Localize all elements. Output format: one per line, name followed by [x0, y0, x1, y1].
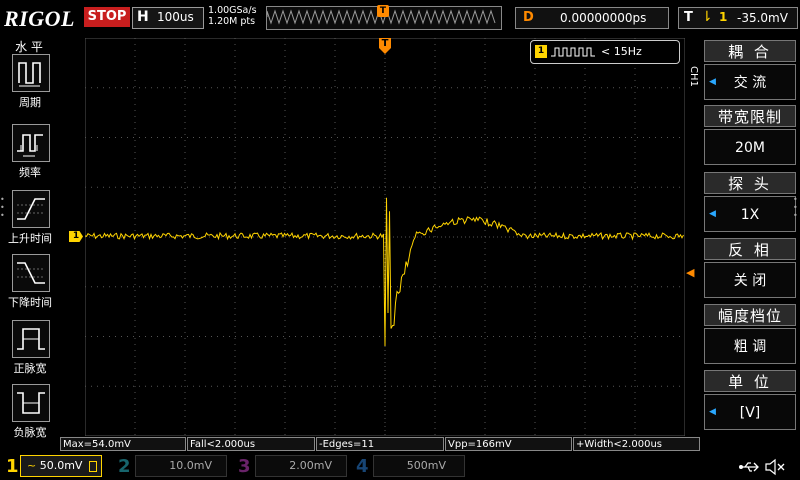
- delay-value: 0.00000000ps: [560, 11, 647, 25]
- measure-item-label: 周期: [19, 96, 41, 109]
- trigger-source: 1: [719, 10, 728, 24]
- channel1-scale: 50.0mV: [39, 459, 83, 472]
- sample-rate: 1.00GSa/s: [208, 5, 257, 16]
- frequency-icon: [12, 124, 50, 162]
- menu-invert-value: 关 闭: [704, 262, 796, 298]
- channel1-ground-marker[interactable]: 1: [69, 231, 83, 242]
- channel1-scale-box[interactable]: ~ 50.0mV: [20, 455, 102, 477]
- period-icon: [12, 54, 50, 92]
- negative-width-icon: [12, 384, 50, 422]
- right-menu-page-dots[interactable]: • • •: [793, 196, 798, 220]
- trigger-level: -35.0mV: [737, 11, 788, 25]
- channel1-menu-tab[interactable]: CH1: [687, 66, 701, 100]
- channel4-number[interactable]: 4: [356, 456, 369, 477]
- memory-trigger-marker: T: [377, 5, 389, 17]
- frequency-counter[interactable]: 1 < 15Hz: [530, 40, 680, 64]
- menu-probe-value: 1X: [704, 196, 796, 232]
- acquisition-info: 1.00GSa/s 1.20M pts: [208, 5, 257, 27]
- top-status-bar: RIGOL STOP H 100us 1.00GSa/s 1.20M pts T…: [0, 0, 800, 36]
- trigger-position-marker[interactable]: T: [379, 38, 391, 54]
- menu-arrow-icon: ◀: [709, 77, 716, 87]
- brand-logo: RIGOL: [4, 6, 75, 31]
- ac-coupling-icon: ~: [27, 459, 37, 472]
- trigger-label: T: [684, 10, 693, 25]
- menu-coupling-value: 交 流: [704, 64, 796, 100]
- falling-edge-icon: ⇂: [701, 9, 713, 25]
- measure-item-period[interactable]: 周期: [4, 54, 56, 116]
- measure-menu-title: 水 平: [15, 40, 43, 54]
- menu-unit-label: 单 位: [704, 370, 796, 392]
- channel3-scale[interactable]: 2.00mV: [255, 455, 347, 477]
- bandwidth-limit-icon: [88, 460, 97, 472]
- speaker-muted-icon[interactable]: [764, 458, 786, 476]
- menu-volts-div-label: 幅度档位: [704, 304, 796, 326]
- measurement-positive-width[interactable]: +Width<2.000us: [573, 437, 700, 451]
- measure-item-rise-time[interactable]: 上升时间: [4, 190, 56, 252]
- measure-item-negative-width[interactable]: 负脉宽: [4, 384, 56, 446]
- run-stop-status[interactable]: STOP: [84, 7, 130, 27]
- horizontal-timebase-box[interactable]: H 100us: [132, 7, 204, 29]
- fall-time-icon: [12, 254, 50, 292]
- measurement-bar: Max=54.0mV Fall<2.000us -Edges=11 Vpp=16…: [60, 437, 700, 451]
- measure-item-fall-time[interactable]: 下降时间: [4, 254, 56, 316]
- trigger-level-marker[interactable]: ◀: [686, 266, 694, 279]
- memory-overview-strip[interactable]: T: [266, 5, 502, 30]
- time-base-value: 100us: [157, 10, 194, 24]
- menu-volts-div[interactable]: 幅度档位 粗 调: [704, 304, 796, 366]
- measure-item-label: 下降时间: [8, 296, 52, 309]
- menu-bandwidth-label: 带宽限制: [704, 105, 796, 127]
- channel2-number[interactable]: 2: [118, 456, 131, 477]
- trigger-position-label: T: [381, 38, 389, 49]
- measure-item-label: 频率: [19, 166, 41, 179]
- horizontal-label: H: [137, 9, 149, 25]
- delay-label: D: [523, 10, 534, 25]
- measure-menu: 水 平 周期 频率 上升时间 下降时间 正脉宽 负脉宽: [0, 36, 58, 439]
- pulse-train-icon: [551, 47, 595, 57]
- measure-item-label: 负脉宽: [13, 426, 47, 439]
- memory-depth: 1.20M pts: [208, 16, 256, 27]
- frequency-value: < 15Hz: [601, 45, 642, 58]
- measurement-fall-time[interactable]: Fall<2.000us: [187, 437, 315, 451]
- menu-coupling[interactable]: 耦 合 交 流 ◀: [704, 40, 796, 102]
- menu-coupling-label: 耦 合: [704, 40, 796, 62]
- menu-probe[interactable]: 探 头 1X ◀: [704, 172, 796, 234]
- measure-item-frequency[interactable]: 频率: [4, 124, 56, 186]
- measure-item-label: 上升时间: [8, 232, 52, 245]
- menu-unit[interactable]: 单 位 [V] ◀: [704, 370, 796, 432]
- menu-unit-value: [V]: [704, 394, 796, 430]
- menu-volts-div-value: 粗 调: [704, 328, 796, 364]
- measure-item-label: 正脉宽: [13, 362, 47, 375]
- trigger-box[interactable]: T ⇂ 1 -35.0mV: [678, 7, 798, 29]
- menu-probe-label: 探 头: [704, 172, 796, 194]
- measurement-negative-edges[interactable]: -Edges=11: [316, 437, 444, 451]
- channel3-number[interactable]: 3: [238, 456, 251, 477]
- menu-invert[interactable]: 反 相 关 闭: [704, 238, 796, 300]
- rise-time-icon: [12, 190, 50, 228]
- measurement-max[interactable]: Max=54.0mV: [60, 437, 186, 451]
- measurement-vpp[interactable]: Vpp=166mV: [445, 437, 572, 451]
- channel4-scale[interactable]: 500mV: [373, 455, 465, 477]
- positive-width-icon: [12, 320, 50, 358]
- menu-arrow-icon: ◀: [709, 407, 716, 417]
- channel1-number[interactable]: 1: [6, 456, 19, 477]
- usb-icon: [739, 462, 759, 472]
- channel2-scale[interactable]: 10.0mV: [135, 455, 227, 477]
- waveform-display[interactable]: [85, 38, 685, 436]
- channel1-menu-tab-label: CH1: [688, 66, 699, 87]
- measure-item-positive-width[interactable]: 正脉宽: [4, 320, 56, 382]
- channel-status-bar: 1 ~ 50.0mV 2 10.0mV 3 2.00mV 4 500mV: [0, 452, 800, 480]
- menu-arrow-icon: ◀: [709, 209, 716, 219]
- menu-bandwidth-limit[interactable]: 带宽限制 20M: [704, 105, 796, 167]
- menu-bandwidth-value: 20M: [704, 129, 796, 165]
- menu-invert-label: 反 相: [704, 238, 796, 260]
- left-menu-page-dots[interactable]: • • •: [0, 196, 5, 220]
- delay-box[interactable]: D 0.00000000ps: [515, 7, 669, 29]
- frequency-counter-channel: 1: [535, 45, 547, 58]
